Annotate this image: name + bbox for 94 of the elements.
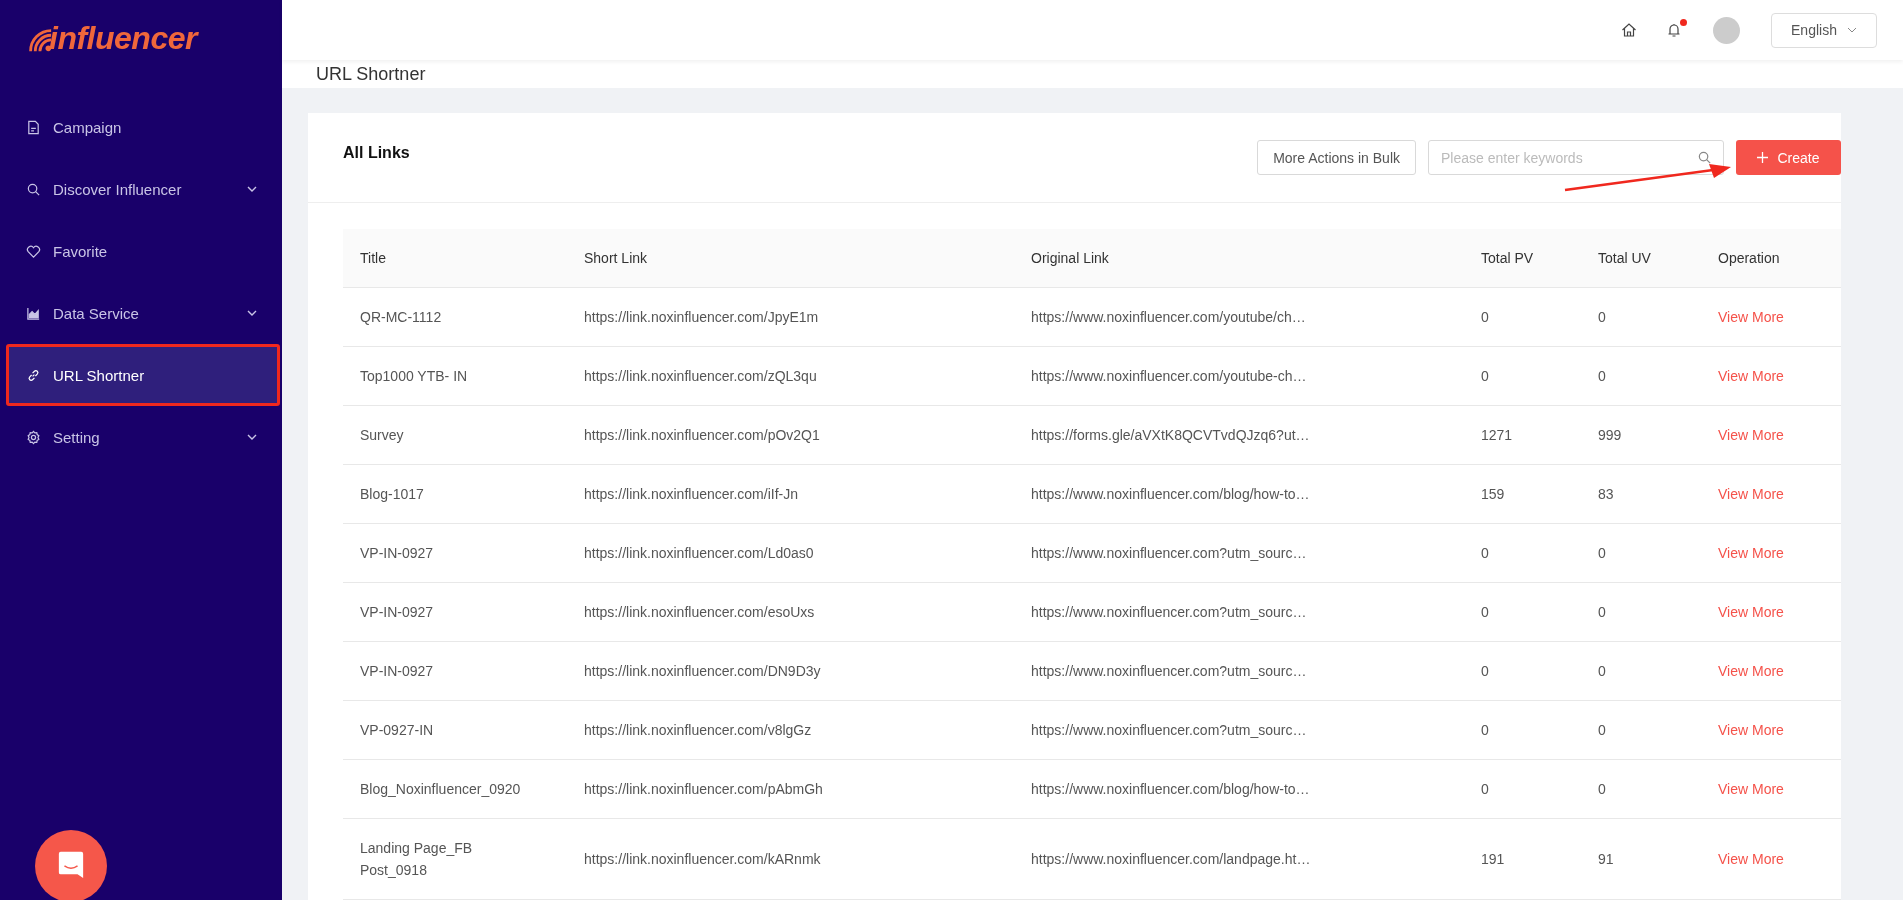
bulk-actions-button[interactable]: More Actions in Bulk (1257, 140, 1416, 175)
view-more-link[interactable]: View More (1701, 542, 1841, 564)
uv-cell-text: 83 (1597, 485, 1615, 504)
title-cell-text: Survey (359, 426, 405, 445)
link-icon (26, 367, 41, 383)
title-cell-text: Landing Page_FB Post_0918 (359, 839, 474, 880)
chevron-down-icon (247, 434, 257, 440)
search-icon (1697, 150, 1712, 165)
view-more-link[interactable]: View More (1701, 365, 1841, 387)
original-link-cell-text: https://www.noxinfluencer.com/youtube-ch… (1030, 367, 1308, 386)
uv-cell-text: 0 (1597, 367, 1607, 386)
original-link-cell-text: https://forms.gle/aVXtK8QCVTvdQJzq6?ut… (1030, 426, 1311, 445)
uv-cell-text: 91 (1597, 850, 1615, 869)
pv-cell-text: 0 (1480, 367, 1490, 386)
short-link-cell-text: https://link.noxinfluencer.com/Ld0as0 (583, 544, 815, 563)
original-link-cell-text: https://www.noxinfluencer.com?utm_sourc… (1030, 603, 1308, 622)
chat-icon (57, 849, 85, 879)
page-title: URL Shortner (316, 63, 426, 85)
sidebar-item[interactable]: Data Service (0, 282, 282, 344)
title-cell-text: VP-IN-0927 (359, 662, 435, 681)
create-button[interactable]: Create (1736, 140, 1841, 175)
short-link-cell-text: https://link.noxinfluencer.com/pAbmGh (583, 780, 824, 799)
settings-icon (26, 429, 41, 445)
view-more-link[interactable]: View More (1701, 719, 1841, 741)
original-link-cell-text: https://www.noxinfluencer.com/landpage.ht… (1030, 850, 1312, 869)
sidebar-item[interactable]: Favorite (0, 220, 282, 282)
sidebar-item[interactable]: URL Shortner (6, 344, 280, 406)
search-field[interactable]: Please enter keywords (1428, 140, 1724, 175)
column-header: Title (359, 249, 387, 268)
pv-cell-text: 1271 (1480, 426, 1514, 445)
original-link-cell-text: https://www.noxinfluencer.com?utm_sourc… (1030, 721, 1308, 740)
uv-cell-text: 0 (1597, 721, 1607, 740)
short-link-cell-text: https://link.noxinfluencer.com/pOv2Q1 (583, 426, 821, 445)
pv-cell-text: 0 (1480, 603, 1490, 622)
short-link-cell-text: https://link.noxinfluencer.com/DN9D3y (583, 662, 822, 681)
view-more-link[interactable]: View More (1701, 660, 1841, 682)
uv-cell-text: 0 (1597, 603, 1607, 622)
title-cell-text: VP-0927-IN (359, 721, 435, 740)
column-header: Original Link (1030, 249, 1110, 268)
column-header: Total UV (1597, 249, 1652, 268)
sidebar-item[interactable]: Setting (0, 406, 282, 468)
title-cell-text: Blog-1017 (359, 485, 425, 504)
original-link-cell-text: https://www.noxinfluencer.com?utm_sourc… (1030, 544, 1308, 563)
short-link-cell-text: https://link.noxinfluencer.com/JpyE1m (583, 308, 820, 327)
card-title: All Links (343, 143, 410, 162)
original-link-cell-text: https://www.noxinfluencer.com/blog/how-to… (1030, 780, 1311, 799)
chevron-down-icon (247, 186, 257, 192)
title-cell-text: Blog_Noxinfluencer_0920 (359, 780, 522, 799)
title-cell-text: VP-IN-0927 (359, 603, 435, 622)
short-link-cell-text: https://link.noxinfluencer.com/kARnmk (583, 850, 822, 869)
view-more-link[interactable]: View More (1701, 424, 1841, 446)
column-header: Short Link (583, 249, 649, 268)
uv-cell-text: 0 (1597, 308, 1607, 327)
original-link-cell-text: https://www.noxinfluencer.com/blog/how-to… (1030, 485, 1311, 504)
language-dropdown[interactable]: English (1771, 12, 1877, 48)
uv-cell-text: 999 (1597, 426, 1623, 445)
bell-icon[interactable] (1666, 22, 1682, 39)
sidebar-item[interactable]: Campaign (0, 96, 282, 158)
view-more-link[interactable]: View More (1701, 483, 1841, 505)
pv-cell-text: 191 (1480, 850, 1506, 869)
view-more-link[interactable]: View More (1701, 601, 1841, 623)
pv-cell-text: 0 (1480, 308, 1490, 327)
short-link-cell-text: https://link.noxinfluencer.com/esoUxs (583, 603, 816, 622)
pv-cell-text: 159 (1480, 485, 1506, 504)
document-icon (26, 119, 41, 135)
column-header: Operation (1717, 249, 1781, 268)
short-link-cell-text: https://link.noxinfluencer.com/zQL3qu (583, 367, 818, 386)
pv-cell-text: 0 (1480, 780, 1490, 799)
view-more-link[interactable]: View More (1701, 778, 1841, 800)
pv-cell-text: 0 (1480, 721, 1490, 740)
chevron-down-icon (1846, 27, 1857, 34)
plus-icon (1757, 152, 1769, 163)
title-cell-text: VP-IN-0927 (359, 544, 435, 563)
pv-cell-text: 0 (1480, 662, 1490, 681)
column-header: Total PV (1480, 249, 1535, 268)
title-cell-text: Top1000 YTB- IN (359, 367, 469, 386)
chevron-down-icon (247, 310, 257, 316)
search-icon (26, 181, 41, 197)
view-more-link[interactable]: View More (1701, 848, 1841, 870)
pv-cell-text: 0 (1480, 544, 1490, 563)
sidebar-item[interactable]: Discover Influencer (0, 158, 282, 220)
view-more-link[interactable]: View More (1701, 306, 1841, 328)
logo-text: influencer (49, 23, 197, 53)
original-link-cell-text: https://www.noxinfluencer.com?utm_sourc… (1030, 662, 1308, 681)
uv-cell-text: 0 (1597, 780, 1607, 799)
heart-icon (26, 243, 41, 259)
short-link-cell-text: https://link.noxinfluencer.com/iIf-Jn (583, 485, 799, 504)
uv-cell-text: 0 (1597, 544, 1607, 563)
chart-icon (26, 305, 41, 321)
title-cell-text: QR-MC-1112 (359, 308, 443, 327)
original-link-cell-text: https://www.noxinfluencer.com/youtube/ch… (1030, 308, 1307, 327)
short-link-cell-text: https://link.noxinfluencer.com/v8lgGz (583, 721, 813, 740)
home-icon[interactable] (1621, 22, 1637, 39)
uv-cell-text: 0 (1597, 662, 1607, 681)
